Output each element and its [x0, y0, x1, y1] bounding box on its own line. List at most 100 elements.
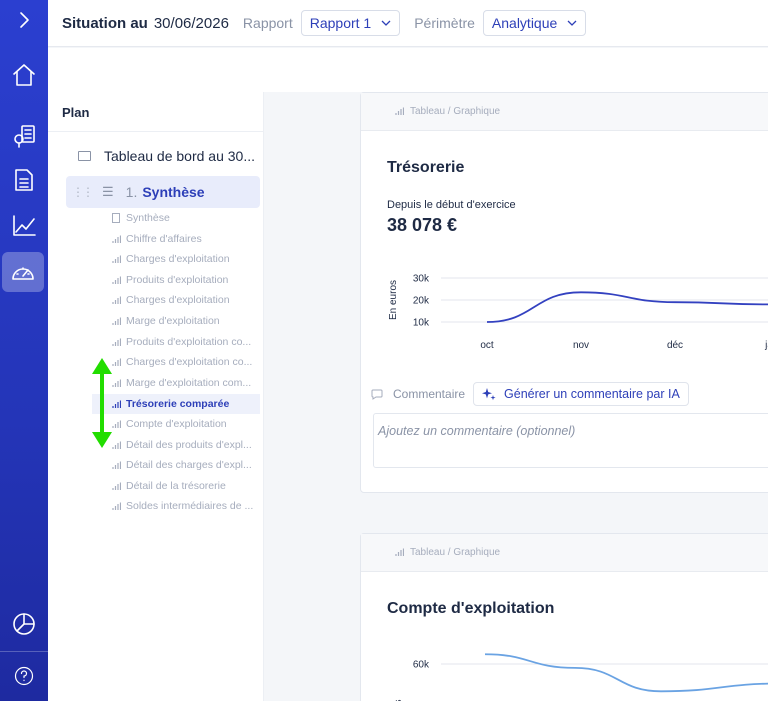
plan-subitem[interactable]: Soldes intermédiaires de ...: [112, 496, 258, 516]
pie-chart-icon[interactable]: [0, 604, 48, 644]
plan-subitem-label: Compte d'exploitation: [126, 418, 227, 430]
bar-chart-icon: [112, 276, 121, 284]
y-axis-label: En euros: [388, 280, 399, 320]
card-type-label: Tableau / Graphique: [410, 547, 501, 558]
bar-chart-icon: [112, 296, 121, 304]
generate-ai-comment-button[interactable]: Générer un commentaire par IA: [473, 382, 689, 406]
x-tick-label: nov: [573, 340, 589, 351]
situation-date: 30/06/2026: [153, 14, 229, 32]
plan-header: Plan: [48, 92, 263, 132]
bar-chart-icon: [112, 235, 121, 243]
rapport-select[interactable]: Rapport 1: [300, 10, 401, 36]
report-card-compte-exploitation: Tableau / Graphique Compte d'exploitatio…: [360, 533, 768, 701]
plan-item-label: Tableau de bord au 30...: [104, 148, 256, 164]
bar-chart-icon: [395, 548, 404, 556]
section-number: 1.: [125, 184, 138, 200]
plan-subitem[interactable]: Détail de la trésorerie: [112, 476, 258, 496]
document-icon[interactable]: [0, 160, 48, 200]
document-icon: [112, 213, 120, 223]
image-icon: [78, 151, 91, 161]
plan-subitem[interactable]: Produits d'exploitation co...: [112, 332, 258, 352]
plan-subitem[interactable]: Charges d'exploitation: [112, 290, 258, 310]
plan-subitem[interactable]: Produits d'exploitation: [112, 270, 258, 290]
perimetre-label: Périmètre: [414, 15, 475, 31]
left-rail: [0, 0, 48, 701]
chevron-down-icon: [567, 20, 577, 26]
y-tick-label: 10k: [413, 318, 430, 329]
chevron-down-icon: [381, 20, 391, 26]
plan-section-synthese[interactable]: ⋮⋮ ☰ 1. Synthèse: [66, 176, 260, 208]
plan-subitem[interactable]: Compte d'exploitation: [112, 414, 258, 434]
bar-chart-icon: [112, 255, 121, 263]
plan-subitem-label: Charges d'exploitation: [126, 253, 230, 265]
perimetre-select[interactable]: Analytique: [482, 10, 587, 36]
plan-subitem-label: Détail des produits d'expl...: [126, 439, 252, 451]
bar-chart-icon: [112, 338, 121, 346]
card-subtitle: Depuis le début d'exercice: [387, 199, 516, 211]
comment-bubble-icon: [371, 389, 383, 400]
rapport-value: Rapport 1: [309, 15, 372, 31]
line-chart-icon[interactable]: [0, 206, 48, 246]
plan-subitem-label: Soldes intermédiaires de ...: [126, 500, 254, 512]
x-tick-label: déc: [667, 340, 683, 351]
plan-subitem-label: Trésorerie comparée: [126, 398, 230, 410]
card-title: Compte d'exploitation: [387, 600, 555, 617]
plan-subitem-label: Détail de la trésorerie: [126, 480, 226, 492]
plan-subitem-label: Charges d'exploitation co...: [126, 356, 253, 368]
dashboard-gauge-icon[interactable]: [2, 252, 44, 292]
plan-subitem-label: Produits d'exploitation: [126, 274, 229, 286]
comment-input[interactable]: Ajoutez un commentaire (optionnel): [373, 413, 768, 468]
card-type-label: Tableau / Graphique: [410, 106, 501, 117]
plan-subitem-label: Marge d'exploitation: [126, 315, 220, 327]
bar-chart-icon: [112, 482, 121, 490]
card-title: Trésorerie: [387, 159, 465, 176]
tresorerie-chart: 30k 20k 10k En euros oct nov déc ja: [388, 274, 768, 351]
list-icon: ☰: [102, 184, 114, 199]
location-list-icon[interactable]: [0, 116, 48, 156]
y-tick-label: 30k: [413, 274, 430, 285]
expand-chevron-icon[interactable]: [0, 0, 48, 40]
plan-subitem-label: Chiffre d'affaires: [126, 233, 202, 245]
compte-exploitation-chart: 60ks: [393, 653, 768, 701]
series-line: [486, 291, 768, 323]
x-tick-label: oct: [480, 340, 494, 351]
page-title: Situation au: [62, 14, 148, 32]
plan-item-dashboard[interactable]: Tableau de bord au 30...: [78, 148, 255, 164]
bar-chart-icon: [112, 317, 121, 325]
plan-subitem[interactable]: Marge d'exploitation com...: [112, 373, 258, 393]
ai-button-label: Générer un commentaire par IA: [504, 387, 680, 401]
comment-row: Commentaire Générer un commentaire par I…: [371, 382, 689, 406]
plan-subitem[interactable]: Chiffre d'affaires: [112, 229, 258, 249]
x-tick-label: ja: [764, 340, 768, 351]
plan-subitem[interactable]: Charges d'exploitation: [112, 249, 258, 269]
plan-subitem-label: Charges d'exploitation: [126, 294, 230, 306]
help-icon[interactable]: [0, 656, 48, 696]
card-value: 38 078 €: [387, 215, 458, 235]
y-tick-label: 60k: [413, 660, 430, 671]
main-content: Tableau / Graphique Trésorerie Depuis le…: [265, 92, 768, 701]
comment-label: Commentaire: [393, 387, 466, 401]
perimetre-value: Analytique: [491, 15, 558, 31]
rail-divider: [0, 651, 48, 652]
section-name: Synthèse: [142, 184, 205, 200]
report-card-tresorerie: Tableau / Graphique Trésorerie Depuis le…: [360, 92, 768, 493]
plan-subitem[interactable]: Détail des produits d'expl...: [112, 435, 258, 455]
plan-subitem[interactable]: Trésorerie comparée: [92, 394, 260, 414]
drag-handle-icon[interactable]: ⋮⋮: [72, 185, 94, 199]
bar-chart-icon: [112, 502, 121, 510]
home-icon[interactable]: [0, 55, 48, 95]
plan-subitem[interactable]: Charges d'exploitation co...: [112, 352, 258, 372]
card-header: Tableau / Graphique: [361, 93, 768, 131]
plan-subitem-label: Synthèse: [126, 212, 170, 224]
rapport-label: Rapport: [242, 15, 293, 31]
card-header: Tableau / Graphique: [361, 534, 768, 572]
y-tick-label: 20k: [413, 296, 430, 307]
sparkle-icon: [482, 388, 496, 401]
plan-subitem[interactable]: Détail des charges d'expl...: [112, 455, 258, 475]
plan-subitem[interactable]: Synthèse: [112, 208, 258, 228]
plan-subitem-label: Produits d'exploitation co...: [126, 336, 252, 348]
plan-subitem[interactable]: Marge d'exploitation: [112, 311, 258, 331]
plan-subitem-label: Détail des charges d'expl...: [126, 459, 252, 471]
series-line: [484, 653, 768, 693]
plan-subitem-label: Marge d'exploitation com...: [126, 377, 252, 389]
